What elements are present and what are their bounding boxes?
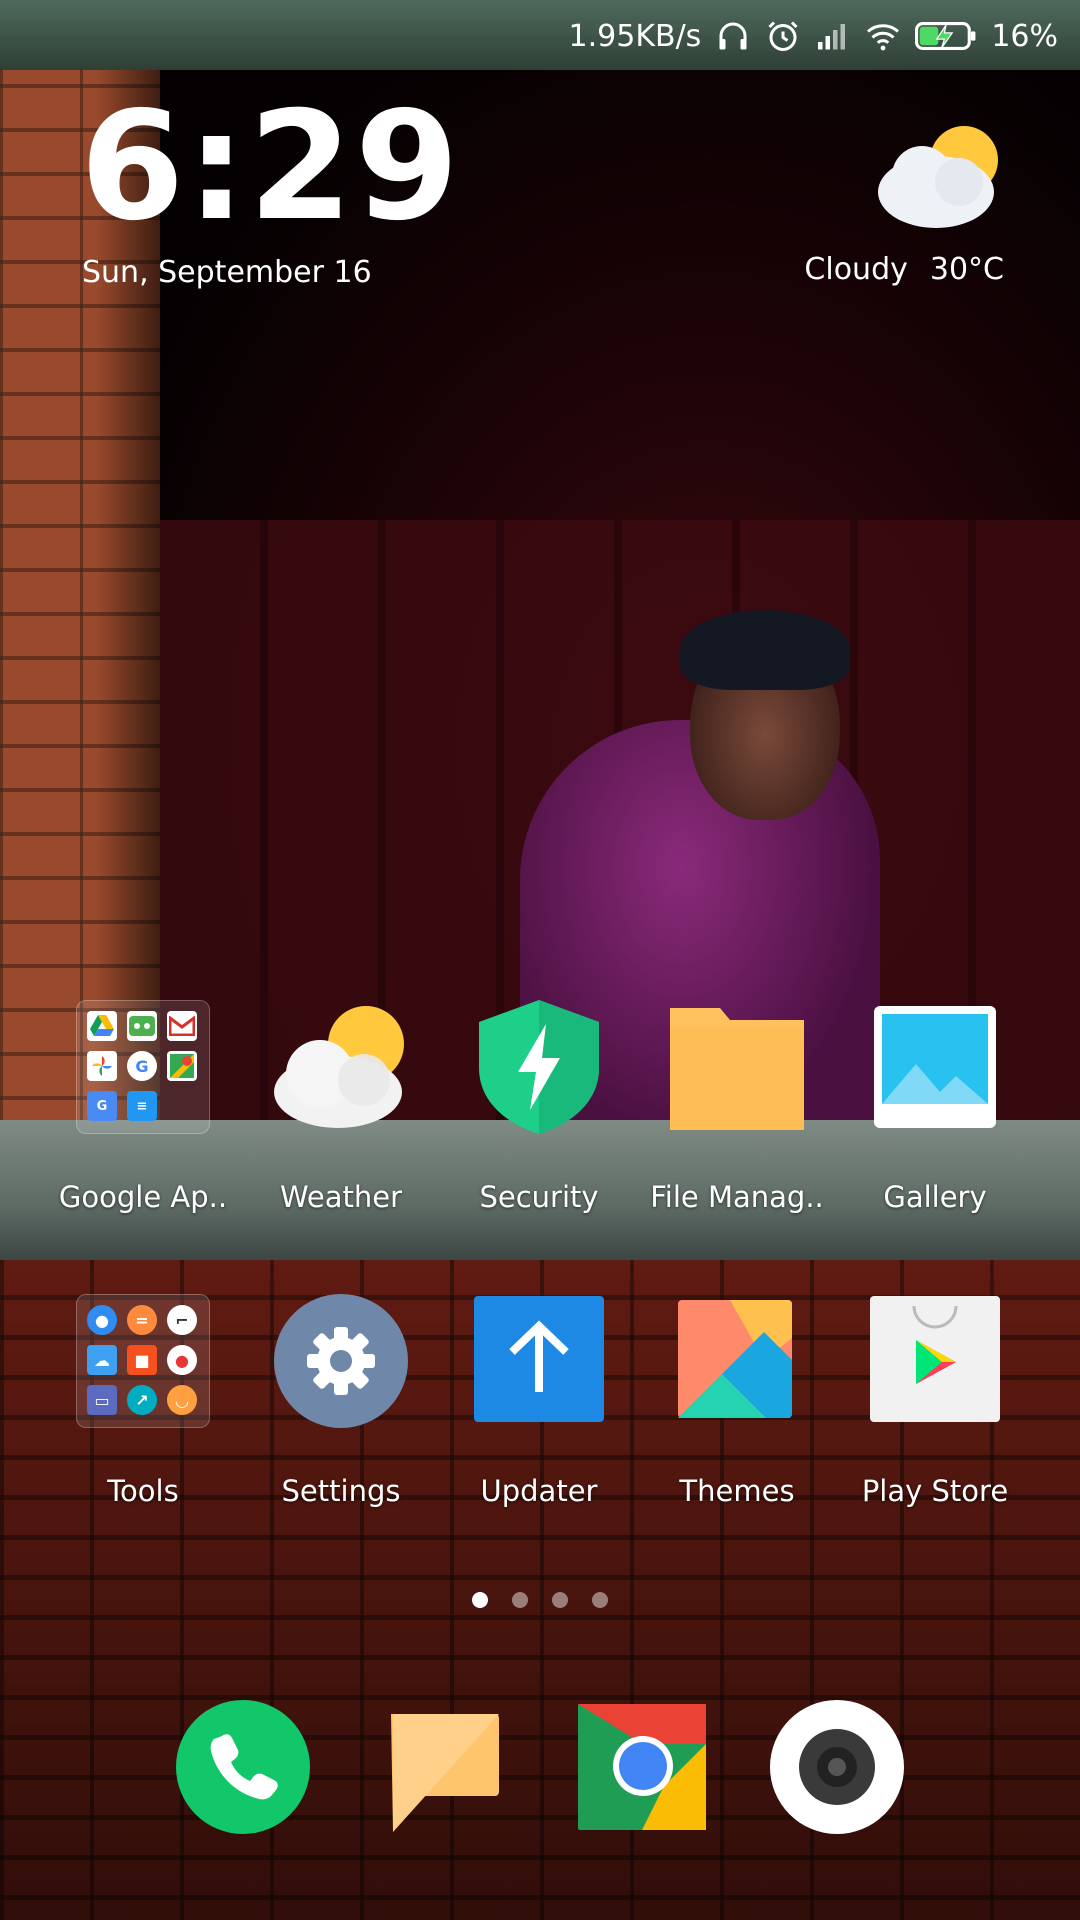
- recorder-icon: ●: [167, 1345, 197, 1375]
- play-games-icon: [127, 1011, 157, 1041]
- gmail-icon: [167, 1011, 197, 1041]
- translate-icon: G: [87, 1091, 117, 1121]
- weather-condition: Cloudy: [804, 252, 908, 287]
- app-label: Themes: [679, 1474, 795, 1508]
- weather-app[interactable]: Weather: [242, 1000, 440, 1214]
- play-store-app[interactable]: Play Store: [836, 1294, 1034, 1508]
- signal-icon: [818, 24, 846, 50]
- play-store-icon: [868, 1294, 1002, 1428]
- messaging-app[interactable]: [383, 1700, 517, 1834]
- gallery-app[interactable]: Gallery: [836, 1000, 1034, 1214]
- tools-folder[interactable]: ● = ⌐ ☁ ■ ● ▭ ↗ ◡ Tools: [44, 1294, 242, 1508]
- screen-recorder-icon: ■: [127, 1345, 157, 1375]
- page-indicator[interactable]: [0, 1592, 1080, 1608]
- chrome-icon: [578, 1704, 706, 1830]
- app-label: Settings: [281, 1474, 401, 1508]
- calculator-icon: =: [127, 1305, 157, 1335]
- clock-icon: ⌐: [167, 1305, 197, 1335]
- page-dot[interactable]: [472, 1592, 488, 1608]
- maps-icon: [167, 1051, 197, 1081]
- themes-app[interactable]: Themes: [638, 1294, 836, 1508]
- settings-app[interactable]: Settings: [242, 1294, 440, 1508]
- clock-date[interactable]: Sun, September 16: [82, 255, 372, 290]
- updater-app[interactable]: Updater: [440, 1294, 638, 1508]
- battery-charging-icon: [915, 22, 976, 50]
- feedback-icon: ◡: [167, 1385, 197, 1415]
- app-label: Updater: [480, 1474, 598, 1508]
- page-dot[interactable]: [512, 1592, 528, 1608]
- app-label: Gallery: [883, 1180, 987, 1214]
- gear-icon: [274, 1294, 408, 1428]
- page-dot[interactable]: [592, 1592, 608, 1608]
- contacts-icon: ●: [87, 1305, 117, 1335]
- app-label: Play Store: [861, 1474, 1009, 1508]
- app-label: Weather: [279, 1180, 403, 1214]
- folder-icon: [670, 1000, 804, 1134]
- app-label: File Manag..: [650, 1180, 824, 1214]
- clock-time[interactable]: 6:29: [80, 92, 461, 242]
- message-bubble-icon: [391, 1714, 499, 1832]
- folder-icon: ● = ⌐ ☁ ■ ● ▭ ↗ ◡: [76, 1294, 210, 1428]
- security-app[interactable]: Security: [440, 1000, 638, 1214]
- google-apps-folder[interactable]: G G ≡ Google Ap..: [44, 1000, 242, 1214]
- wifi-icon: [867, 24, 900, 51]
- themes-icon: [670, 1294, 804, 1428]
- scanner-icon: ▭: [87, 1385, 117, 1415]
- cloud-icon: ☁: [87, 1345, 117, 1375]
- network-speed: 1.95KB/s: [568, 18, 702, 54]
- app-label: Security: [479, 1180, 599, 1214]
- camera-app[interactable]: [770, 1700, 904, 1834]
- alarm-icon: [768, 21, 798, 51]
- battery-percent: 16%: [991, 18, 1058, 54]
- folder-icon: G G ≡: [76, 1000, 210, 1134]
- google-icon: G: [127, 1051, 157, 1081]
- messages-icon: ≡: [127, 1091, 157, 1121]
- weather-icon: [274, 1000, 408, 1134]
- phone-app[interactable]: [176, 1700, 310, 1834]
- status-bar[interactable]: 1.95KB/s 16%: [0, 0, 1080, 72]
- headset-icon: [719, 22, 747, 50]
- drive-icon: [87, 1011, 117, 1041]
- photos-icon: [87, 1051, 117, 1081]
- weather-temperature: 30°C: [929, 252, 1004, 287]
- chrome-app[interactable]: [576, 1700, 710, 1834]
- app-label: Google Ap..: [58, 1180, 228, 1214]
- compass-icon: ↗: [127, 1385, 157, 1415]
- camera-icon: [770, 1700, 904, 1834]
- weather-widget[interactable]: Cloudy 30°C: [784, 120, 1004, 290]
- arrow-up-icon: [472, 1294, 606, 1428]
- cloudy-sun-icon: [878, 126, 998, 228]
- file-manager-app[interactable]: File Manag..: [638, 1000, 836, 1214]
- shield-bolt-icon: [472, 1000, 606, 1134]
- page-dot[interactable]: [552, 1592, 568, 1608]
- app-label: Tools: [107, 1474, 179, 1508]
- gallery-icon: [868, 1000, 1002, 1134]
- phone-icon: [176, 1700, 310, 1834]
